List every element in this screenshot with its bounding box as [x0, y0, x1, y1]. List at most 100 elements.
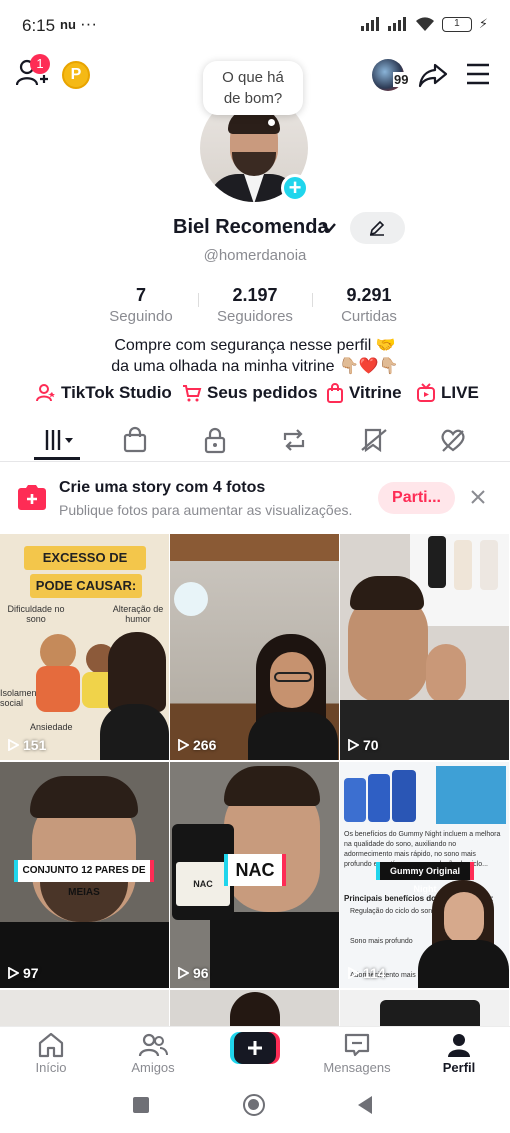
status-bubble[interactable]: O que há de bom? — [203, 61, 303, 115]
create-button[interactable] — [230, 1032, 280, 1064]
tab-liked-icon[interactable] — [438, 426, 468, 454]
home-system-dot — [248, 1099, 259, 1110]
signal-icon-2 — [387, 17, 406, 31]
wifi-icon — [415, 16, 434, 31]
play-icon — [348, 967, 359, 979]
status-dots: ··· — [80, 14, 97, 33]
tab-favorites-icon[interactable] — [359, 426, 389, 454]
nav-profile[interactable]: Perfil — [419, 1032, 499, 1075]
video-thumbnail[interactable]: EXCESSO DE TELA PODE CAUSAR: Dificuldade… — [0, 534, 169, 760]
bio: Compre com segurança nesse perfil 🤝 da u… — [0, 335, 510, 377]
back-icon[interactable] — [357, 1095, 373, 1115]
video-thumbnail[interactable]: NAC NAC 96 — [170, 762, 339, 988]
stat-label: Curtidas — [341, 308, 397, 325]
supplement-jar-label: NAC — [176, 862, 230, 906]
presenter-hair — [30, 776, 138, 818]
nav-messages[interactable]: Mensagens — [317, 1032, 397, 1075]
bio-line: da uma olhada na minha vitrine 👇🏼❤️👇🏼 — [111, 358, 399, 375]
link-label: Vitrine — [349, 383, 402, 402]
stat-value: 2.197 — [232, 285, 278, 305]
link-label: LIVE — [441, 383, 479, 402]
cartoon-kid — [40, 634, 76, 670]
stat-likes[interactable]: 9.291 Curtidas — [329, 285, 409, 325]
tab-private-lock-icon[interactable] — [200, 426, 230, 454]
tab-shop-bag-icon[interactable] — [120, 426, 150, 454]
stat-divider — [198, 293, 199, 307]
recents-icon[interactable] — [133, 1097, 149, 1113]
play-icon — [178, 967, 189, 979]
stat-followers[interactable]: 2.197 Seguidores — [210, 285, 300, 325]
nav-label: Início — [35, 1060, 67, 1075]
view-count: 70 — [348, 737, 379, 753]
bubble-tail — [268, 119, 275, 126]
overlay-tag: Gummy Original Night — [376, 862, 474, 894]
share-icon[interactable] — [418, 60, 448, 90]
pencil-icon — [369, 220, 385, 236]
nav-label: Amigos — [131, 1060, 175, 1075]
battery-icon: 1 — [441, 16, 472, 32]
profile-views-count: 99 — [393, 72, 410, 87]
nav-home[interactable]: Início — [11, 1032, 91, 1075]
tumbler-product — [428, 536, 446, 588]
video-thumbnail[interactable]: 266 — [170, 534, 339, 760]
stat-divider — [312, 293, 313, 307]
stats-row: 7 Seguindo 2.197 Seguidores 9.291 Curtid… — [0, 285, 510, 325]
edit-profile-button[interactable] — [350, 212, 405, 244]
menu-icon[interactable] — [465, 62, 491, 86]
story-start-button[interactable]: Parti... — [378, 482, 455, 514]
illustration-label: Ansiedade — [30, 722, 73, 732]
stat-following[interactable]: 7 Seguindo — [101, 285, 181, 325]
nav-label: Perfil — [442, 1060, 476, 1075]
video-thumbnail[interactable] — [340, 990, 509, 1026]
presenter-body — [418, 940, 509, 988]
username: @homerdanoia — [203, 247, 307, 264]
avatar-add-icon[interactable]: + — [281, 174, 309, 202]
gummy-bottle — [392, 770, 416, 822]
bag-icon — [327, 383, 343, 403]
story-title: Crie uma story com 4 fotos — [59, 479, 266, 496]
nav-friends[interactable]: Amigos — [113, 1032, 193, 1075]
bio-line: Compre com segurança nesse perfil 🤝 — [114, 337, 396, 354]
tiktok-studio-link[interactable]: TikTok Studio — [36, 383, 172, 403]
video-thumbnail[interactable]: Os benefícios do Gummy Night incluem a m… — [340, 762, 509, 988]
live-link[interactable]: LIVE — [416, 383, 479, 403]
status-bar: 6:15 nu ··· 1 ⚡ — [0, 0, 510, 52]
display-name[interactable]: Biel Recomenda — [173, 216, 329, 239]
bottom-nav: Início Amigos Mensagens Perfil — [0, 1026, 510, 1078]
view-count: 97 — [8, 965, 39, 981]
tab-reposts-icon[interactable] — [279, 426, 309, 454]
video-thumbnail[interactable]: CONJUNTO 12 PARES DE MEIAS 97 — [0, 762, 169, 988]
view-count: 114 — [348, 965, 386, 981]
video-thumbnail[interactable]: 70 — [340, 534, 509, 760]
gummy-bottle — [344, 778, 366, 822]
home-icon — [38, 1032, 64, 1058]
signal-icon — [360, 17, 379, 31]
home-system-icon[interactable] — [243, 1094, 265, 1116]
video-thumbnail[interactable] — [170, 990, 339, 1026]
tab-videos-grid-icon[interactable] — [44, 426, 74, 454]
presenter-body — [210, 912, 339, 988]
studio-icon — [36, 384, 55, 402]
close-icon[interactable] — [469, 488, 487, 506]
presenter-face — [348, 594, 428, 704]
link-label: Seus pedidos — [207, 383, 318, 402]
profile-links: TikTok Studio Seus pedidos Vitrine LIVE — [0, 383, 510, 407]
chevron-down-icon[interactable] — [321, 221, 337, 235]
view-count-value: 266 — [193, 737, 217, 753]
presenter-hair — [230, 992, 280, 1026]
showcase-link[interactable]: Vitrine — [326, 383, 402, 403]
coin-icon[interactable]: P — [62, 61, 90, 89]
view-count-value: 96 — [193, 965, 209, 981]
battery-level: 1 — [454, 17, 460, 29]
story-banner: Crie uma story com 4 fotos Publique foto… — [0, 470, 510, 528]
video-thumbnail[interactable] — [0, 990, 169, 1026]
overlay-tag: CONJUNTO 12 PARES DE MEIAS — [14, 860, 154, 898]
play-icon — [348, 739, 359, 751]
bubble-line2: de bom? — [223, 90, 283, 107]
status-icons: 1 ⚡ — [360, 16, 488, 32]
view-count-value: 114 — [363, 965, 386, 981]
play-icon — [8, 739, 19, 751]
orders-link[interactable]: Seus pedidos — [182, 383, 318, 403]
presenter-hand — [426, 644, 466, 704]
system-nav-bar — [0, 1080, 510, 1133]
